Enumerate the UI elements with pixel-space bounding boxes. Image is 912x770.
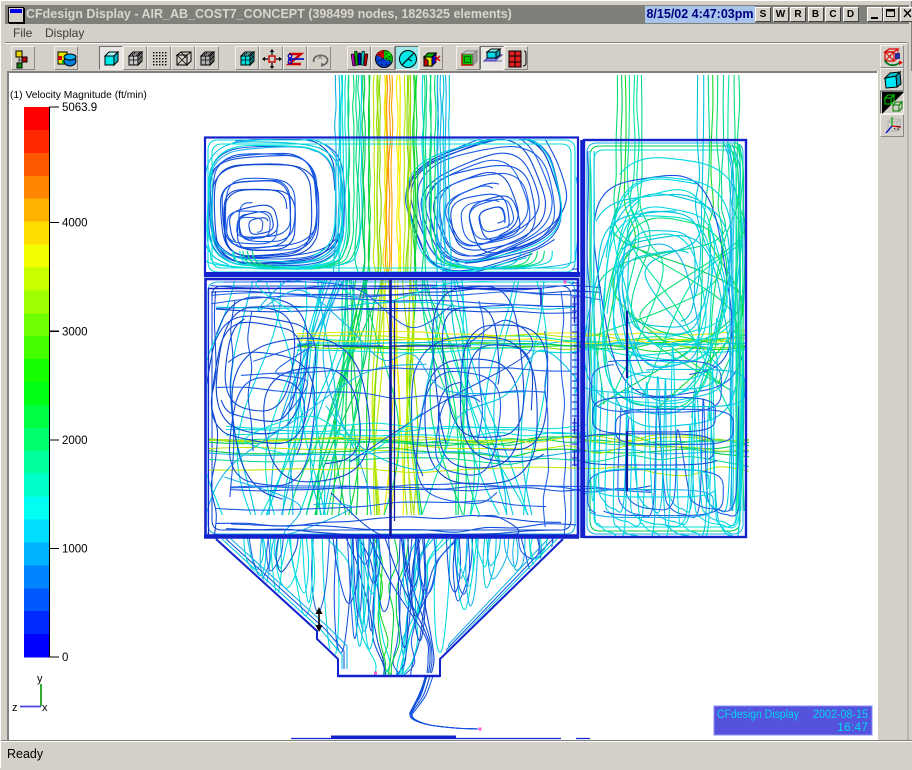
svg-text:z: z (12, 702, 18, 714)
svg-text:3000: 3000 (62, 326, 88, 338)
svg-text:y: y (37, 673, 43, 685)
svg-text:16:47: 16:47 (837, 722, 868, 734)
svg-text:0: 0 (62, 652, 68, 664)
svg-text:(1) Velocity Magnitude (ft/min: (1) Velocity Magnitude (ft/min) (10, 90, 147, 101)
svg-text:2002-08-15: 2002-08-15 (813, 709, 868, 721)
svg-text:1000: 1000 (62, 544, 88, 556)
svg-text:x: x (42, 702, 48, 714)
svg-text:2000: 2000 (62, 435, 88, 447)
svg-text:CFdesign Display: CFdesign Display (717, 709, 799, 721)
svg-text:5063.9: 5063.9 (62, 102, 97, 114)
svg-text:4000: 4000 (62, 218, 88, 230)
